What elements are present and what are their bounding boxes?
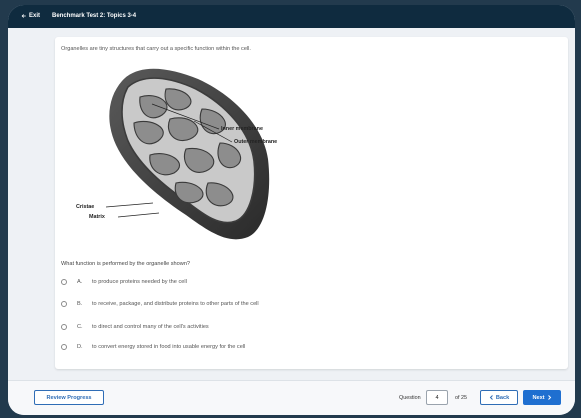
radio-button[interactable]: [61, 279, 67, 285]
exit-label: Exit: [29, 13, 41, 19]
answer-option-b[interactable]: B. to receive, package, and distribute p…: [61, 299, 259, 309]
radio-button[interactable]: [61, 301, 67, 307]
app-frame: Exit Benchmark Test 2: Topics 3-4 Organe…: [8, 5, 575, 415]
next-button[interactable]: Next: [523, 390, 561, 405]
option-letter: D.: [77, 344, 83, 350]
option-text: to convert energy stored in food into us…: [92, 344, 246, 350]
arrow-left-icon: [21, 14, 26, 18]
radio-button[interactable]: [61, 324, 67, 330]
chevron-left-icon: [489, 395, 493, 400]
option-letter: C.: [77, 324, 83, 330]
option-letter: A.: [77, 279, 83, 285]
inner-membrane-label: Inner membrane: [221, 126, 263, 132]
stimulus-text: Organelles are tiny structures that carr…: [61, 46, 251, 52]
option-text: to receive, package, and distribute prot…: [92, 301, 259, 307]
exit-button[interactable]: Exit: [21, 13, 40, 19]
next-label: Next: [532, 394, 545, 401]
answer-option-d[interactable]: D. to convert energy stored in food into…: [61, 342, 245, 352]
content-area: Organelles are tiny structures that carr…: [8, 28, 575, 380]
top-bar: Exit Benchmark Test 2: Topics 3-4: [8, 5, 575, 28]
question-text: What function is performed by the organe…: [61, 261, 191, 267]
back-button[interactable]: Back: [480, 390, 518, 405]
radio-button[interactable]: [61, 344, 67, 350]
answer-option-a[interactable]: A. to produce proteins needed by the cel…: [61, 277, 187, 287]
answer-option-c[interactable]: C. to direct and control many of the cel…: [61, 322, 209, 332]
option-text: to produce proteins needed by the cell: [92, 279, 187, 285]
matrix-label: Matrix: [89, 214, 105, 220]
question-label: Question: [399, 395, 421, 401]
bottom-toolbar: Review Progress Question of 25 Back Next: [8, 380, 575, 415]
test-title: Benchmark Test 2: Topics 3-4: [52, 13, 137, 19]
chevron-right-icon: [547, 395, 551, 400]
question-total: of 25: [455, 395, 467, 401]
review-progress-button[interactable]: Review Progress: [34, 390, 104, 405]
option-text: to direct and control many of the cell's…: [92, 324, 209, 330]
question-number-input[interactable]: [426, 390, 448, 405]
option-letter: B.: [77, 301, 83, 307]
mitochondrion-diagram: Inner membrane Outer membrane Cristae Ma…: [58, 59, 288, 245]
cristae-label: Cristae: [76, 204, 95, 210]
back-label: Back: [495, 394, 510, 401]
question-card: Organelles are tiny structures that carr…: [55, 37, 568, 369]
outer-membrane-label: Outer membrane: [234, 139, 278, 145]
